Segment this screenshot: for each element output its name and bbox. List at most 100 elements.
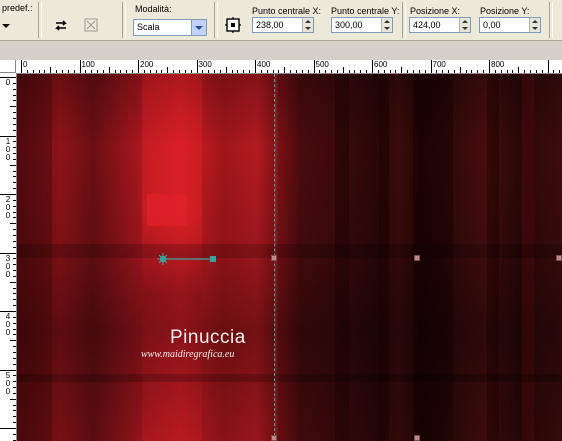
ruler-tick <box>430 60 432 73</box>
center-y-input[interactable]: 300,00 <box>331 17 393 33</box>
center-x-input[interactable]: 238,00 <box>252 17 314 33</box>
ruler-tick <box>13 363 16 365</box>
swap-button[interactable] <box>50 14 72 36</box>
deform-handle-right[interactable] <box>556 255 562 261</box>
spinner-arrows-icon[interactable] <box>302 18 313 32</box>
position-x-label: Posizione X: <box>410 6 461 16</box>
pivot-point-icon[interactable] <box>157 253 169 265</box>
ruler-tick <box>13 357 16 359</box>
ruler-tick <box>553 70 555 73</box>
ruler-tick <box>44 70 46 73</box>
ruler-tick <box>184 70 186 73</box>
ruler-tick <box>342 67 344 73</box>
reset-deform-button[interactable] <box>80 14 102 36</box>
mode-select[interactable]: Scala <box>133 19 207 36</box>
spinner-arrows-icon[interactable] <box>529 18 540 32</box>
dropdown-arrow-icon <box>2 24 10 28</box>
ruler-tick <box>91 70 93 73</box>
ruler-tick <box>196 60 198 73</box>
mode-label: Modalità: <box>135 4 172 14</box>
ruler-tick <box>13 240 16 242</box>
ruler-label: 5 0 0 <box>5 370 11 396</box>
ruler-tick <box>436 70 438 73</box>
ruler-tick <box>161 70 163 73</box>
ruler-tick <box>13 129 16 131</box>
ruler-tick <box>524 70 526 73</box>
ruler-tick <box>13 229 16 231</box>
ruler-tick <box>260 70 262 73</box>
vertical-ruler[interactable]: 0 1 0 0 2 0 0 3 0 0 4 0 0 5 0 0 <box>0 73 17 441</box>
ruler-label: 200 <box>140 60 154 69</box>
spinner-arrows-icon[interactable] <box>381 18 392 32</box>
ruler-tick <box>13 112 16 114</box>
ruler-tick <box>301 70 303 73</box>
ruler-tick <box>10 398 16 400</box>
canvas-band <box>17 374 562 382</box>
ruler-tick <box>13 176 16 178</box>
ruler-tick <box>13 404 16 406</box>
ruler-label: 3 0 0 <box>5 253 11 279</box>
ruler-tick <box>67 70 69 73</box>
ruler-label: 1 0 0 <box>5 136 11 162</box>
image-canvas[interactable] <box>17 74 562 441</box>
ruler-tick <box>278 70 280 73</box>
ruler-tick <box>366 70 368 73</box>
center-point-button[interactable] <box>222 14 244 36</box>
ruler-tick <box>284 67 286 73</box>
rotation-grip-icon[interactable] <box>210 256 216 262</box>
canvas-highlight <box>147 194 187 226</box>
ruler-tick <box>132 70 134 73</box>
ruler-tick <box>13 422 16 424</box>
ruler-tick <box>401 67 403 73</box>
ruler-label: 500 <box>315 60 329 69</box>
watermark-url: www.maidiregrafica.eu <box>141 349 235 360</box>
ruler-tick <box>190 70 192 73</box>
ruler-tick <box>249 70 251 73</box>
ruler-tick <box>237 70 239 73</box>
ruler-label: 100 <box>81 60 95 69</box>
ruler-tick <box>13 100 16 102</box>
ruler-tick <box>214 70 216 73</box>
center-x-label: Punto centrale X: <box>252 6 322 16</box>
ruler-tick <box>13 287 16 289</box>
deform-handle-middle[interactable] <box>414 255 420 261</box>
rotation-handle[interactable] <box>155 250 221 268</box>
ruler-label: 600 <box>374 60 388 69</box>
ruler-tick <box>32 70 34 73</box>
ruler-tick <box>61 70 63 73</box>
ruler-tick <box>541 70 543 73</box>
deform-handle-left[interactable] <box>271 255 277 261</box>
separator <box>402 2 406 38</box>
ruler-tick <box>313 60 315 73</box>
center-y-value: 300,00 <box>335 20 363 30</box>
separator <box>214 2 218 38</box>
ruler-tick <box>208 70 210 73</box>
ruler-tick <box>173 70 175 73</box>
position-y-value: 0,00 <box>483 20 501 30</box>
ruler-corner <box>0 60 16 73</box>
position-x-input[interactable]: 424,00 <box>409 17 471 33</box>
ruler-tick <box>465 70 467 73</box>
ruler-tick <box>412 70 414 73</box>
ruler-tick <box>13 123 16 125</box>
preset-dropdown[interactable] <box>2 22 12 30</box>
ruler-tick <box>518 67 520 73</box>
center-y-label: Punto centrale Y: <box>331 6 400 16</box>
ruler-label: 4 0 0 <box>5 312 11 337</box>
ruler-tick <box>21 60 22 73</box>
ruler-tick <box>73 70 75 73</box>
ruler-tick <box>336 70 338 73</box>
ruler-label: 0 <box>23 60 28 69</box>
horizontal-ruler[interactable]: 0 100 200 300 400 500 600 700 800 <box>16 60 562 74</box>
spinner-arrows-icon[interactable] <box>459 18 470 32</box>
ruler-tick <box>13 293 16 295</box>
center-point-icon <box>225 17 241 33</box>
deform-handle-bottom[interactable] <box>414 435 420 441</box>
ruler-label: 800 <box>491 60 505 69</box>
swap-arrows-icon <box>55 20 67 31</box>
position-y-input[interactable]: 0,00 <box>479 17 541 33</box>
deform-handle-bottom-left[interactable] <box>271 435 277 441</box>
ruler-tick <box>266 70 268 73</box>
ruler-tick <box>489 60 490 73</box>
ruler-tick <box>202 70 204 73</box>
